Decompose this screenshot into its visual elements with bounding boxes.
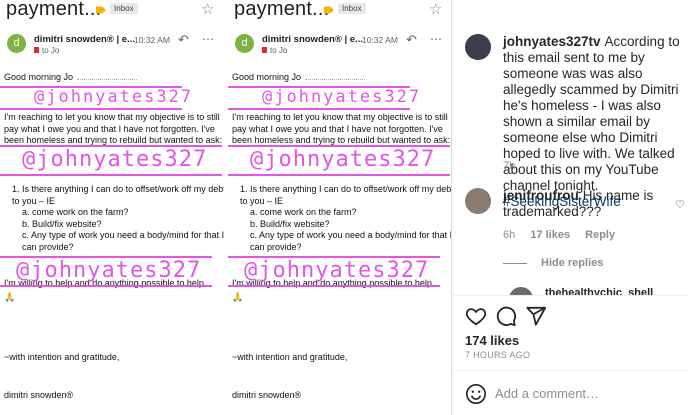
comment-username[interactable]: johnyates327tv [503, 34, 601, 49]
reply-icon: ↶ [406, 32, 417, 47]
list-subitem: c. Any type of work you need a body/mind… [22, 230, 224, 252]
watermark-line [228, 174, 450, 176]
list-subitem: a. come work on the farm? [250, 207, 357, 217]
list-item: 1. Is there anything I can do to offset/… [12, 184, 224, 206]
recipient: to Jo [270, 46, 288, 55]
label-marker-icon [262, 47, 267, 53]
email-paragraph-1: I'm reaching to let you know that my obj… [4, 112, 223, 145]
list-subitem: a. come work on the farm? [22, 207, 129, 217]
comment-likes[interactable]: 17 likes [530, 229, 570, 241]
watermark-line [228, 285, 440, 287]
add-comment-bar [453, 370, 688, 415]
recipient-line: to Jo [34, 46, 59, 55]
greeting-text: Good morning Jo [4, 72, 74, 82]
comment-like-icon[interactable]: ♡ [675, 198, 685, 211]
greeting-text: Good morning Jo [232, 72, 302, 82]
watermark: @johnyates327 [16, 258, 202, 283]
sender-avatar: d [7, 34, 26, 53]
comment-input[interactable] [495, 383, 675, 403]
list-subitem: b. Build/fix website? [250, 218, 330, 229]
email-closing: ~with intention and gratitude, [4, 352, 120, 362]
list-subitem: b. Build/fix website? [22, 218, 102, 229]
inbox-label: Inbox [110, 3, 138, 14]
star-icon: ☆ [429, 1, 443, 18]
watermark: @johnyates327 [34, 87, 194, 107]
sender-name: dimitri snowden® | e... [262, 34, 363, 45]
reply-button[interactable]: Reply [585, 229, 615, 241]
divider [503, 262, 527, 264]
comment-username[interactable]: jenifroufrou [503, 188, 579, 203]
label-marker-icon [34, 47, 39, 53]
email-list: 1. Is there anything I can do to offset/… [240, 184, 452, 253]
watermark: @johnyates327 [22, 147, 208, 172]
hide-replies-button[interactable]: Hide replies [503, 257, 603, 269]
avatar[interactable] [509, 287, 533, 295]
comment-icon[interactable] [495, 305, 519, 329]
greeting: Good morning Jo [232, 72, 366, 84]
comments-sidebar: johnyates327tv According to this email se… [453, 0, 688, 415]
email-subject: payment... [6, 0, 102, 20]
sender-avatar: d [235, 34, 254, 53]
email-paragraph-1: I'm reaching to let you know that my obj… [232, 112, 451, 145]
comment-time: 6h [503, 229, 516, 241]
avatar[interactable] [465, 188, 491, 214]
more-icon: ⋯ [202, 32, 215, 46]
emoji-icon[interactable] [465, 383, 487, 405]
greeting: Good morning Jo [4, 72, 138, 84]
watermark-line [0, 174, 222, 176]
avatar[interactable] [465, 34, 491, 60]
star-icon: ☆ [201, 1, 215, 18]
sender-name: dimitri snowden® | e... [34, 34, 135, 45]
email-list: 1. Is there anything I can do to offset/… [12, 184, 224, 253]
heart-icon[interactable] [465, 305, 489, 329]
watermark: @johnyates327 [262, 87, 422, 107]
recipient: to Jo [42, 46, 60, 55]
email-subject: payment... [234, 0, 330, 20]
comment-meta: 6h 17 likes Reply [503, 229, 627, 241]
watermark-line [0, 285, 212, 287]
watermark-line [228, 108, 410, 110]
comment-time: 7h [503, 160, 516, 172]
inbox-label: Inbox [338, 3, 366, 14]
pray-emoji: 🙏 [4, 292, 16, 302]
comments-list[interactable]: johnyates327tv According to this email se… [453, 0, 688, 296]
list-subitem: c. Any type of work you need a body/mind… [250, 230, 452, 252]
email-signature: dimitri snowden® [4, 390, 74, 400]
comment-body: johnyates327tv According to this email se… [503, 34, 688, 210]
comment-meta: 7h [503, 160, 527, 172]
redacted-name [305, 79, 366, 80]
email-time: 10:32 AM [134, 35, 170, 45]
pray-emoji: 🙏 [232, 292, 244, 302]
email-closing: ~with intention and gratitude, [232, 352, 348, 362]
email-screenshot-left: payment... Inbox ☆ d dimitri snowden® | … [0, 0, 224, 415]
more-icon: ⋯ [430, 32, 443, 46]
email-screenshot-right: payment... Inbox ☆ d dimitri snowden® | … [228, 0, 452, 415]
redacted-name [77, 79, 138, 80]
reply-icon: ↶ [178, 32, 189, 47]
likes-count[interactable]: 174 likes [465, 333, 519, 348]
email-time: 10:32 AM [362, 35, 398, 45]
recipient-line: to Jo [262, 46, 287, 55]
list-item: 1. Is there anything I can do to offset/… [240, 184, 452, 206]
post-image: payment... Inbox ☆ d dimitri snowden® | … [0, 0, 452, 415]
email-signature: dimitri snowden® [232, 390, 302, 400]
watermark: @johnyates327 [244, 258, 430, 283]
comment-text: According to this email sent to me by so… [503, 34, 680, 193]
posted-time: 7 HOURS AGO [465, 350, 531, 360]
share-icon[interactable] [525, 305, 549, 329]
watermark-line [0, 108, 182, 110]
watermark: @johnyates327 [250, 147, 436, 172]
comment-body: jenifroufrou His name is trademarked??? [503, 188, 688, 220]
hide-replies-label: Hide replies [541, 257, 604, 269]
comment-username[interactable]: thehealthychic_shell [545, 287, 653, 295]
